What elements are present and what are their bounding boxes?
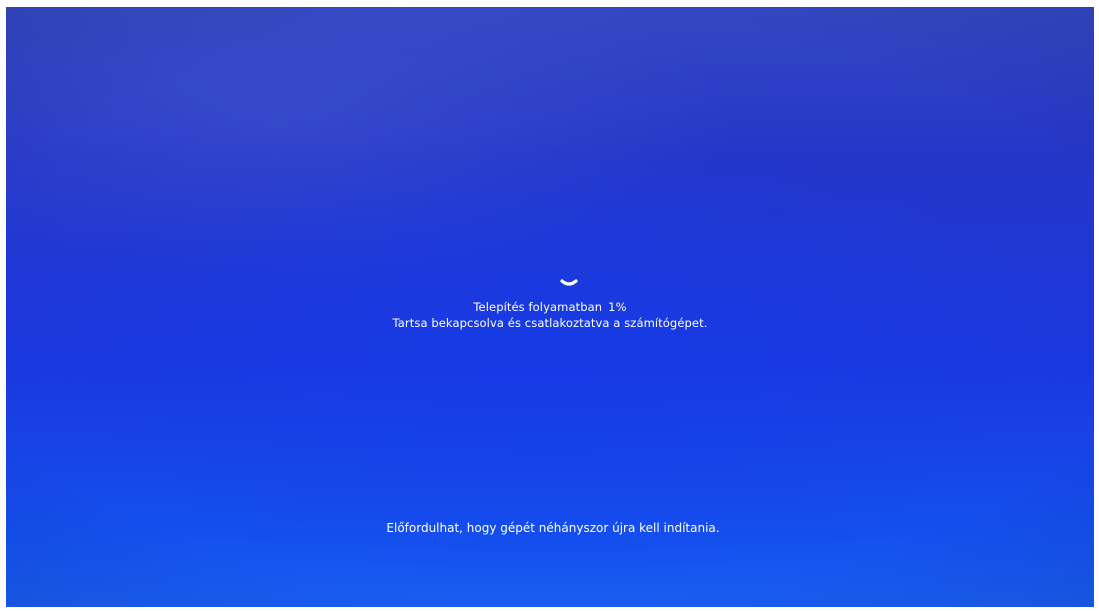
- restart-notice: Előfordulhat, hogy gépét néhányszor újra…: [386, 521, 720, 535]
- install-progress-percent: 1%: [608, 300, 627, 314]
- photo-frame: Telepítés folyamatban 1% Tartsa bekapcsol…: [0, 0, 1099, 611]
- install-status-title: Telepítés folyamatban: [473, 300, 603, 314]
- windows-update-screen: Telepítés folyamatban 1% Tartsa bekapcsol…: [6, 7, 1094, 607]
- install-progress-line: Telepítés folyamatban 1%: [6, 299, 1094, 315]
- loading-spinner-icon: [560, 279, 578, 286]
- install-status: Telepítés folyamatban 1% Tartsa bekapcsol…: [6, 299, 1094, 331]
- install-keep-on-message: Tartsa bekapcsolva és csatlakoztatva a s…: [392, 316, 708, 330]
